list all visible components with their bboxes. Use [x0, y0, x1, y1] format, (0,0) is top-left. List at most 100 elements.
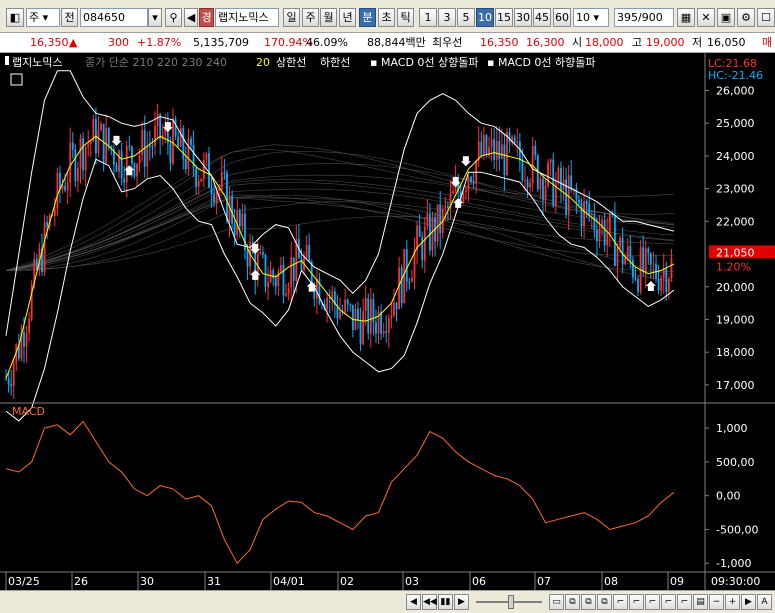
period-button-2[interactable]: 월 [320, 8, 337, 27]
bollinger-lower-line [5, 158, 675, 422]
candle-body [53, 208, 56, 216]
candle-body [480, 141, 483, 156]
interval-button-3[interactable]: 3 [438, 8, 456, 27]
legend-marker [5, 56, 9, 65]
ma-line-5 [5, 197, 675, 271]
interval-button-10[interactable]: 10 [476, 8, 494, 27]
signal-down-arrow [111, 135, 122, 146]
time-label: 09:30:00 [711, 575, 760, 588]
date-label: 09 [670, 575, 684, 588]
code-dropdown-icon[interactable]: ▾ [148, 8, 162, 27]
layout-icon[interactable]: ▤ [693, 594, 708, 610]
interval-button-15[interactable]: 15 [495, 8, 513, 27]
interval-button-5[interactable]: 5 [457, 8, 475, 27]
grid-icon[interactable]: ▦ [677, 8, 695, 27]
candle-body [61, 185, 64, 190]
interval-button-1[interactable]: 1 [419, 8, 437, 27]
candle-body [46, 222, 49, 227]
rewind-button[interactable]: ◀◀ [422, 594, 437, 610]
current-price: 16,350 [30, 36, 69, 49]
candle-body [557, 167, 560, 183]
period-button-0[interactable]: 일 [283, 8, 300, 27]
period-button-4[interactable]: 분 [359, 8, 376, 27]
candle-body [115, 164, 118, 172]
candle-body [416, 225, 418, 250]
pause-button[interactable]: ▮▮ [438, 594, 453, 610]
prev-button[interactable]: 전 [61, 8, 78, 27]
candle-body [631, 259, 634, 278]
candle-body [125, 146, 128, 183]
range-input[interactable]: 395/900 [614, 8, 674, 27]
candle-body [642, 247, 645, 273]
period-button-5[interactable]: 초 [378, 8, 395, 27]
zoom-slider-thumb[interactable] [508, 595, 514, 609]
candle-body [447, 206, 449, 208]
price-tick-label: 18,000 [716, 346, 755, 359]
candle-body [667, 278, 670, 292]
zoom-out-button[interactable]: − [709, 594, 724, 610]
draw-icon-2[interactable]: ⌐ [629, 594, 644, 610]
draw-icon-1[interactable]: ⌐ [613, 594, 628, 610]
window-icon-1[interactable]: ▭ [549, 594, 564, 610]
period-button-3[interactable]: 년 [339, 8, 356, 27]
play-button[interactable]: ▶ [454, 594, 469, 610]
candle-body [567, 175, 570, 215]
interval-button-30[interactable]: 30 [514, 8, 532, 27]
candle-body [246, 250, 249, 267]
candle-body [647, 248, 650, 254]
bid-price: 16,300 [526, 36, 565, 49]
scroll-left-button[interactable]: ◀ [406, 594, 421, 610]
chart-area[interactable]: 랩지노믹스 종가 단순 210 220 230 240 20 상한선 하한선 ▪ MACD… [0, 53, 775, 590]
candle-body [213, 193, 216, 203]
search-icon[interactable]: ⚲ [165, 8, 182, 27]
candle-body [282, 265, 285, 296]
market-select[interactable]: 주 ▾ [26, 8, 60, 27]
candle-body [485, 135, 488, 156]
interval-button-60[interactable]: 60 [553, 8, 571, 27]
candle-body [380, 311, 383, 334]
interval-button-45[interactable]: 45 [533, 8, 551, 27]
candle-body [169, 142, 172, 164]
candle-body [603, 220, 606, 246]
quote-row: 16,350 ▲ 300 +1.87% 5,135,709 170.94% 46… [0, 33, 775, 53]
candle-body [238, 210, 241, 227]
draw-icon-4[interactable]: ⌐ [661, 594, 676, 610]
draw-icon-3[interactable]: ⌐ [645, 594, 660, 610]
period-button-6[interactable]: 틱 [397, 8, 414, 27]
checkbox[interactable]: ☐ [757, 8, 775, 27]
candle-body [118, 150, 120, 172]
toggle-panel-icon[interactable]: ◧ [6, 8, 24, 27]
chart-text: 랩지노믹스 종가 단순 210 220 230 240 20 상한선 하한선 ▪ MACD… [5, 55, 775, 588]
tools-icon[interactable]: ✕ [697, 8, 715, 27]
ma20-line [5, 135, 675, 379]
candle-body [585, 201, 588, 205]
candle-body [436, 204, 439, 242]
candle-body [184, 158, 187, 169]
speaker-icon[interactable]: ◀ [184, 8, 198, 27]
draw-icon-5[interactable]: ⌐ [677, 594, 692, 610]
scroll-right-button[interactable]: ▶ [741, 594, 756, 610]
candle-body [670, 257, 673, 279]
font-size-button[interactable]: A [757, 594, 772, 610]
window-icon-2[interactable]: ⧉ [565, 594, 580, 610]
stock-code-input[interactable]: 084650 [80, 8, 148, 27]
window-icon-4[interactable]: ⧉ [597, 594, 612, 610]
candle-body [547, 162, 550, 186]
candle-body [619, 237, 621, 248]
ma-line-10 [5, 163, 675, 271]
candle-body [10, 384, 13, 386]
period-button-1[interactable]: 주 [302, 8, 319, 27]
zoom-in-button[interactable]: + [725, 594, 740, 610]
save-icon[interactable]: ▣ [717, 8, 735, 27]
candle-body [159, 114, 162, 140]
price-tick-label: 19,000 [716, 313, 755, 326]
candle-body [588, 204, 591, 216]
candle-body [82, 138, 84, 171]
gear-icon[interactable]: ⚙ [737, 8, 755, 27]
candle-body [290, 257, 293, 288]
signal-up-arrow [306, 281, 317, 292]
candle-body [28, 319, 31, 333]
price-chart[interactable]: 랩지노믹스 종가 단순 210 220 230 240 20 상한선 하한선 ▪ MACD… [0, 53, 775, 590]
window-icon-3[interactable]: ⧉ [581, 594, 596, 610]
count-select[interactable]: 10 ▾ [573, 8, 609, 27]
